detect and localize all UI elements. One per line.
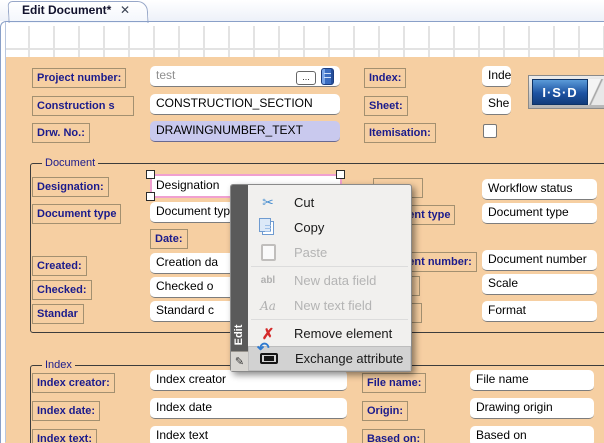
context-menu-strip: Edit ✎ xyxy=(231,185,248,371)
origin-label: Origin: xyxy=(362,401,408,421)
standard-label: Standar xyxy=(32,304,84,324)
copy-icon xyxy=(262,221,274,235)
created-label: Created: xyxy=(32,256,87,276)
panel-border xyxy=(1,22,6,442)
drawing-number-input[interactable]: DRAWINGNUMBER_TEXT xyxy=(150,121,340,142)
database-icon[interactable] xyxy=(321,68,334,85)
menu-item-label: New data field xyxy=(280,273,376,288)
context-menu: Edit ✎ ✂ Cut Copy Paste abl New data fie… xyxy=(230,184,412,372)
pencil-icon[interactable]: ✎ xyxy=(231,351,248,371)
construction-section-input[interactable]: CONSTRUCTION_SECTION xyxy=(150,94,340,115)
menu-item-cut[interactable]: ✂ Cut xyxy=(248,190,411,215)
format-input[interactable]: Format xyxy=(482,301,597,322)
tab-close-icon[interactable]: ✕ xyxy=(120,3,130,17)
menu-item-label: Copy xyxy=(280,220,324,235)
design-grid xyxy=(5,26,604,57)
index-date-input[interactable]: Index date xyxy=(150,398,347,419)
menu-separator xyxy=(251,319,408,320)
scale-input[interactable]: Scale xyxy=(482,274,597,295)
checked-label: Checked: xyxy=(32,280,92,300)
selection-handle-top-right[interactable] xyxy=(336,170,345,179)
index-text-label: Index text: xyxy=(32,429,97,443)
construction-section-label: Construction s xyxy=(32,96,134,116)
file-name-input[interactable]: File name xyxy=(470,370,594,391)
document-type-left-label: Document type xyxy=(32,204,121,224)
menu-item-label: Exchange attribute xyxy=(281,351,403,366)
index-label: Index: xyxy=(364,68,406,88)
exchange-attribute-icon: ↶ xyxy=(260,353,278,364)
document-group-title: Document xyxy=(42,157,98,170)
browse-button[interactable]: ... xyxy=(296,71,316,85)
document-number-input[interactable]: Document number xyxy=(482,250,597,271)
workflow-status-input[interactable]: Workflow status xyxy=(482,179,597,200)
itemisation-label: Itemisation: xyxy=(364,123,436,143)
isd-logo-text: I·S·D xyxy=(532,79,588,105)
menu-item-label: Cut xyxy=(280,195,314,210)
based-on-label: Based on: xyxy=(362,429,425,443)
index-text-input[interactable]: Index text xyxy=(150,426,347,443)
paste-icon xyxy=(261,244,276,261)
selection-handle-top-left[interactable] xyxy=(146,170,155,179)
date-label: Date: xyxy=(150,229,188,249)
menu-item-remove-element[interactable]: ✗ Remove element xyxy=(248,321,411,346)
selection-handle-bottom-left[interactable] xyxy=(146,192,155,201)
menu-item-exchange-attribute[interactable]: ↶ Exchange attribute xyxy=(248,346,411,371)
menu-item-new-data-field[interactable]: abl New data field xyxy=(248,268,411,293)
menu-separator xyxy=(251,266,408,267)
isd-logo: I·S·D xyxy=(528,75,604,109)
index-group-title: Index xyxy=(42,359,75,372)
context-menu-list: ✂ Cut Copy Paste abl New data field Aa N… xyxy=(248,185,411,371)
isd-logo-decoration xyxy=(588,79,604,105)
sheet-label: Sheet: xyxy=(364,96,408,116)
menu-item-paste[interactable]: Paste xyxy=(248,240,411,265)
index-date-label: Index date: xyxy=(32,401,100,421)
file-name-label: File name: xyxy=(362,373,426,393)
designation-label: Designation: xyxy=(32,177,109,197)
index-input[interactable]: Inde xyxy=(482,66,511,87)
data-field-icon: abl xyxy=(261,275,275,286)
context-menu-strip-title: Edit xyxy=(233,320,245,350)
based-on-input[interactable]: Based on xyxy=(470,426,594,443)
edit-document-window: Edit Document* ✕ Project number: test ..… xyxy=(0,0,604,443)
drawing-number-label: Drw. No.: xyxy=(32,123,90,143)
menu-item-label: Remove element xyxy=(280,326,392,341)
index-creator-label: Index creator: xyxy=(32,373,115,393)
origin-input[interactable]: Drawing origin xyxy=(470,398,594,419)
tab-bar: Edit Document* ✕ xyxy=(0,0,604,21)
document-type-right-input[interactable]: Document type xyxy=(482,203,597,224)
project-number-label: Project number: xyxy=(32,68,126,88)
scissors-icon: ✂ xyxy=(262,194,274,211)
text-field-icon: Aa xyxy=(260,299,276,313)
blue-arrow-icon: ↶ xyxy=(257,342,270,356)
sheet-input[interactable]: She xyxy=(482,94,511,115)
index-creator-input[interactable]: Index creator xyxy=(150,370,347,391)
menu-item-new-text-field[interactable]: Aa New text field xyxy=(248,293,411,318)
menu-item-copy[interactable]: Copy xyxy=(248,215,411,240)
tab-title: Edit Document* xyxy=(22,3,111,17)
menu-item-label: New text field xyxy=(280,298,372,313)
menu-item-label: Paste xyxy=(280,245,327,260)
itemisation-checkbox[interactable] xyxy=(483,124,497,138)
